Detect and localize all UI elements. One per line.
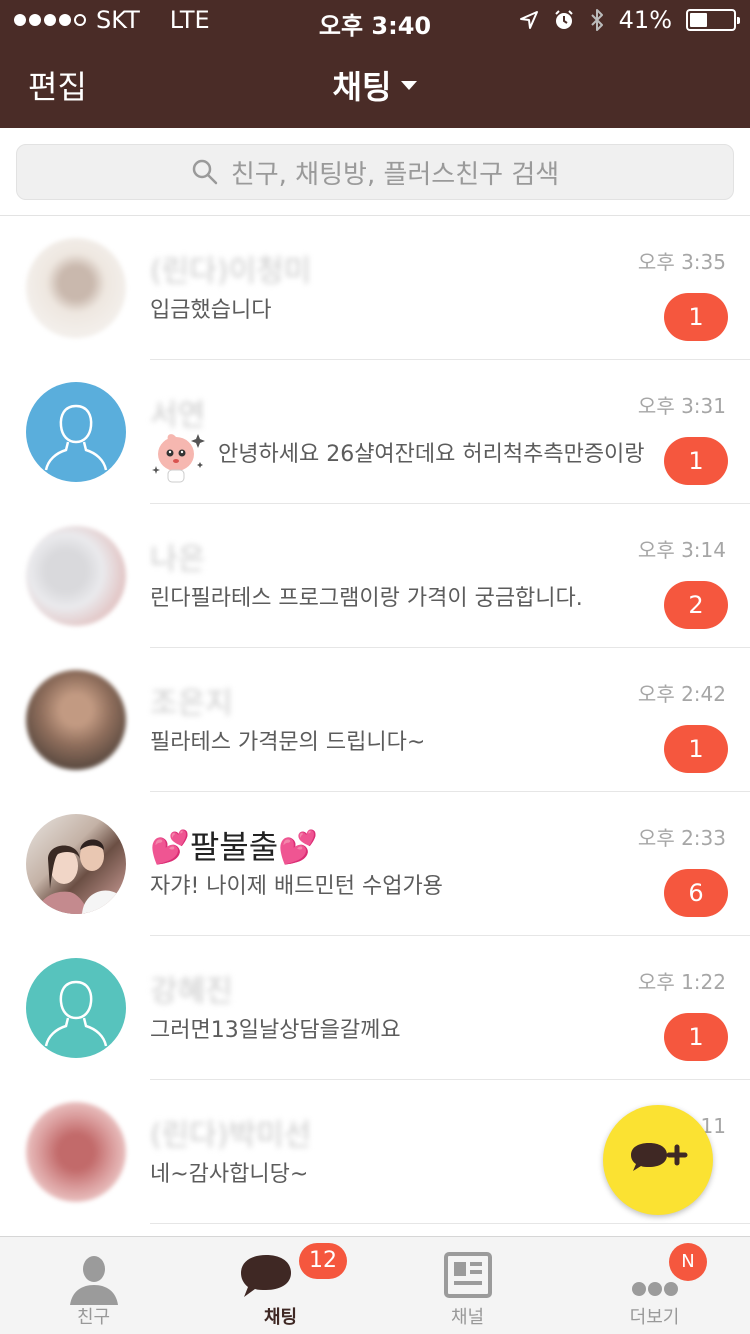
heart-icon: 💕: [278, 828, 319, 866]
unread-badge: 1: [664, 437, 728, 485]
chat-row[interactable]: 강혜진 그러면13일날상담을갈께요 오후 1:22 1: [0, 936, 750, 1080]
person-icon: [69, 1256, 118, 1305]
chat-row[interactable]: 💕팔불출💕 자갸! 나이제 배드민턴 수업가용 오후 2:33 6: [0, 792, 750, 936]
avatar: [26, 238, 126, 338]
avatar: [26, 526, 126, 626]
tab-label: 친구: [76, 1307, 111, 1328]
chat-time: 오후 3:35: [637, 250, 726, 274]
search-icon: [192, 159, 218, 185]
battery-icon: [686, 9, 740, 31]
chat-time: 오후 3:31: [637, 394, 726, 418]
chat-unread-badge: 12: [299, 1243, 347, 1279]
chat-name: 나은: [150, 542, 206, 577]
row-divider: [150, 1223, 750, 1224]
chat-row[interactable]: 나은 린다필라테스 프로그램이랑 가격이 궁금합니다. 오후 3:14 2: [0, 504, 750, 648]
chat-preview: 입금했습니다: [150, 298, 272, 323]
status-right: 41%: [519, 6, 740, 34]
chat-time: 오후 2:42: [637, 682, 726, 706]
chat-name: 팔불출: [189, 828, 279, 866]
channel-icon: [443, 1252, 492, 1298]
chat-name: (린다)박미선: [150, 1118, 312, 1153]
default-person-icon: [44, 404, 108, 471]
tab-label: 더보기: [629, 1307, 680, 1328]
avatar: [26, 382, 126, 482]
chat-preview: 안녕하세요 26샬여잔데요 허리척추측만증이랑: [218, 442, 645, 467]
unread-badge: 1: [664, 725, 728, 773]
location-arrow-icon: [519, 11, 538, 29]
chat-row[interactable]: 조은지 필라테스 가격문의 드립니다~ 오후 2:42 1: [0, 648, 750, 792]
battery-level: [690, 13, 707, 27]
battery-percent: 41%: [618, 6, 672, 34]
chat-preview: 자갸! 나이제 배드민턴 수업가용: [150, 874, 443, 899]
tab-more[interactable]: N 더보기: [561, 1237, 748, 1334]
avatar: [26, 958, 126, 1058]
chat-preview: 네~감사합니당~: [150, 1162, 309, 1187]
chat-title-dropdown[interactable]: 채팅: [0, 62, 750, 108]
tab-bar: 친구 12 채팅 채널 N 더보기: [0, 1236, 750, 1334]
chat-time: 오후 2:33: [637, 826, 726, 850]
default-person-icon: [44, 980, 108, 1047]
avatar: [26, 814, 126, 914]
chat-name: (린다)이청미: [150, 254, 312, 289]
tab-chats[interactable]: 12 채팅: [187, 1237, 374, 1334]
unread-badge: 1: [664, 1013, 728, 1061]
page-title: 채팅: [332, 68, 392, 106]
search-input[interactable]: 친구, 채팅방, 플러스친구 검색: [16, 144, 734, 200]
tab-channel[interactable]: 채널: [374, 1237, 561, 1334]
nav-bar: 편집 채팅: [0, 40, 750, 128]
chat-name-row: 💕팔불출💕: [150, 822, 318, 868]
chat-time: 오후 3:14: [637, 538, 726, 562]
alarm-clock-icon: [554, 10, 573, 29]
tab-label: 채팅: [263, 1307, 298, 1328]
chat-name: 조은지: [150, 686, 233, 721]
chat-bubble-icon: [241, 1255, 291, 1297]
tab-label: 채널: [450, 1307, 485, 1328]
avatar: [26, 670, 126, 770]
search-placeholder: 친구, 채팅방, 플러스친구 검색: [230, 159, 560, 190]
caret-down-icon: [401, 80, 418, 90]
chat-row[interactable]: 서연 안녕하세요 26샬여잔데요 허리척추측만증이랑 오후 3:31 1: [0, 360, 750, 504]
bluetooth-icon: [590, 9, 603, 31]
unread-badge: 2: [664, 581, 728, 629]
unread-badge: 1: [664, 293, 728, 341]
chat-preview: 그러면13일날상담을갈께요: [150, 1018, 401, 1043]
heart-icon: 💕: [150, 828, 190, 866]
chat-preview: 필라테스 가격문의 드립니다~: [150, 730, 426, 755]
new-chat-button[interactable]: [603, 1105, 713, 1215]
chat-list: (린다)이청미 입금했습니다 오후 3:35 1 서연 안녕하세요 26샬여잔데…: [0, 216, 750, 1224]
apeach-sticker-icon: [152, 434, 205, 483]
app-screen: SKT LTE 오후 3:40 41% 편집 채팅 친구, 채팅방, 플러스친구…: [0, 0, 750, 1334]
chat-name: 강혜진: [150, 974, 233, 1009]
unread-badge: 6: [664, 869, 728, 917]
couple-photo-icon: [36, 839, 122, 914]
avatar: [26, 1102, 126, 1202]
chat-preview: 린다필라테스 프로그램이랑 가격이 궁금합니다.: [150, 586, 583, 611]
more-new-badge: N: [669, 1243, 707, 1281]
new-chat-icon: [631, 1143, 688, 1171]
chat-time: 오후 1:22: [637, 970, 726, 994]
search-area: 친구, 채팅방, 플러스친구 검색: [0, 128, 750, 216]
chat-row[interactable]: (린다)이청미 입금했습니다 오후 3:35 1: [0, 216, 750, 360]
tab-friends[interactable]: 친구: [0, 1237, 187, 1334]
status-bar: SKT LTE 오후 3:40 41%: [0, 0, 750, 40]
